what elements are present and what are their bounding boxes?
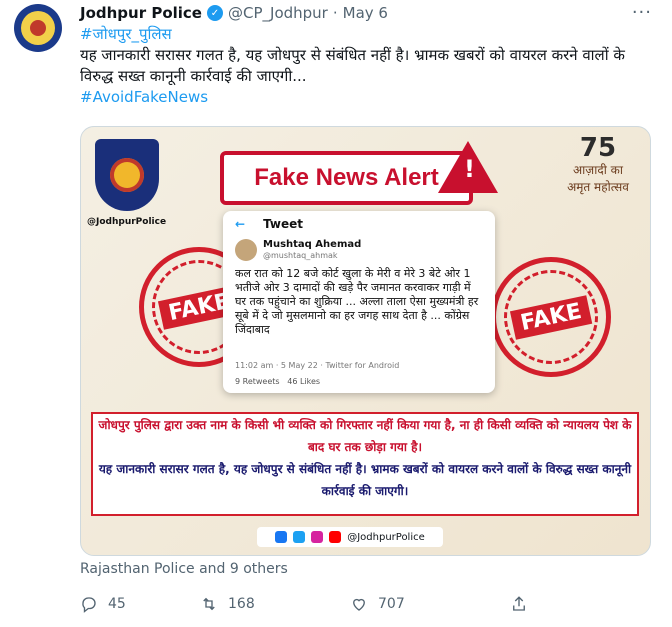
twitter-icon <box>293 531 306 543</box>
more-icon[interactable]: ··· <box>632 2 652 23</box>
inner-tweet-time: 11:02 am · 5 May 22 · Twitter for Androi… <box>235 361 400 370</box>
retweet-button[interactable]: 168 <box>200 595 350 613</box>
logo-handle: @JodhpurPolice <box>87 217 167 227</box>
warning-icon: ! <box>438 141 498 193</box>
share-icon <box>513 596 525 611</box>
inner-author-name: Mushtaq Ahemad <box>263 239 362 250</box>
fake-stamp-right: FAKE <box>491 257 611 377</box>
tweet-header: Jodhpur Police ✓ @CP_Jodhpur · May 6 ··· <box>80 2 652 24</box>
clarification-notice: जोधपुर पुलिस द्वारा उक्त नाम के किसी भी … <box>91 412 639 516</box>
tweet-text: यह जानकारी सरासर गलत है, यह जोधपुर से सं… <box>80 46 625 85</box>
facebook-icon <box>275 531 288 543</box>
police-logo <box>95 139 159 211</box>
back-arrow-icon: ← <box>235 217 246 231</box>
youtube-icon <box>329 531 342 543</box>
tweet-date[interactable]: May 6 <box>343 4 388 22</box>
reply-button[interactable]: 45 <box>80 595 200 613</box>
reply-count: 45 <box>108 596 126 612</box>
hashtag-jodhpur-police[interactable]: #जोधपुर_पुलिस <box>80 25 172 43</box>
retweet-count: 168 <box>228 596 255 612</box>
police-emblem-icon <box>21 11 55 45</box>
liked-by[interactable]: Rajasthan Police and 9 others <box>80 561 288 577</box>
instagram-icon <box>311 531 324 543</box>
separator: · <box>332 4 338 22</box>
azadi-ka-amrit-mahotsav-logo: 75 आज़ादी का अमृत महोत्सव <box>567 133 629 194</box>
notice-line-1: जोधपुर पुलिस द्वारा उक्त नाम के किसी भी … <box>98 418 632 454</box>
author-handle[interactable]: @CP_Jodhpur <box>228 4 328 22</box>
tweet-body: #जोधपुर_पुलिस यह जानकारी सरासर गलत है, य… <box>80 24 660 108</box>
author-name[interactable]: Jodhpur Police <box>80 4 202 22</box>
social-strip: @JodhpurPolice <box>257 527 443 547</box>
avatar[interactable] <box>14 4 62 52</box>
heart-icon <box>353 598 365 611</box>
fake-news-alert-banner: Fake News Alert <box>220 151 473 205</box>
like-button[interactable]: 707 <box>350 595 510 613</box>
social-handle: @JodhpurPolice <box>347 531 425 543</box>
action-bar: 45 168 707 <box>80 594 650 614</box>
inner-author-handle: @mushtaq_ahmak <box>263 251 338 260</box>
inner-avatar <box>235 239 257 261</box>
verified-badge-icon: ✓ <box>207 5 223 21</box>
inner-tweet-stats: 9 Retweets 46 Likes <box>235 377 321 386</box>
like-count: 707 <box>378 596 405 612</box>
hashtag-avoid-fake-news[interactable]: #AvoidFakeNews <box>80 88 208 106</box>
inner-tweet-header: ← Tweet <box>235 217 304 231</box>
reply-icon <box>82 597 96 613</box>
notice-line-2: यह जानकारी सरासर गलत है, यह जोधपुर से सं… <box>98 462 632 498</box>
screenshot-tweet-card: ← Tweet Mushtaq Ahemad @mushtaq_ahmak कल … <box>223 211 495 393</box>
inner-tweet-text: कल रात को 12 बजे कोर्ट खुला के मेरी व मे… <box>235 267 479 336</box>
retweet-icon <box>203 597 215 611</box>
share-button[interactable] <box>510 595 530 613</box>
tweet-image[interactable]: @JodhpurPolice Fake News Alert ! 75 आज़ा… <box>80 126 651 556</box>
